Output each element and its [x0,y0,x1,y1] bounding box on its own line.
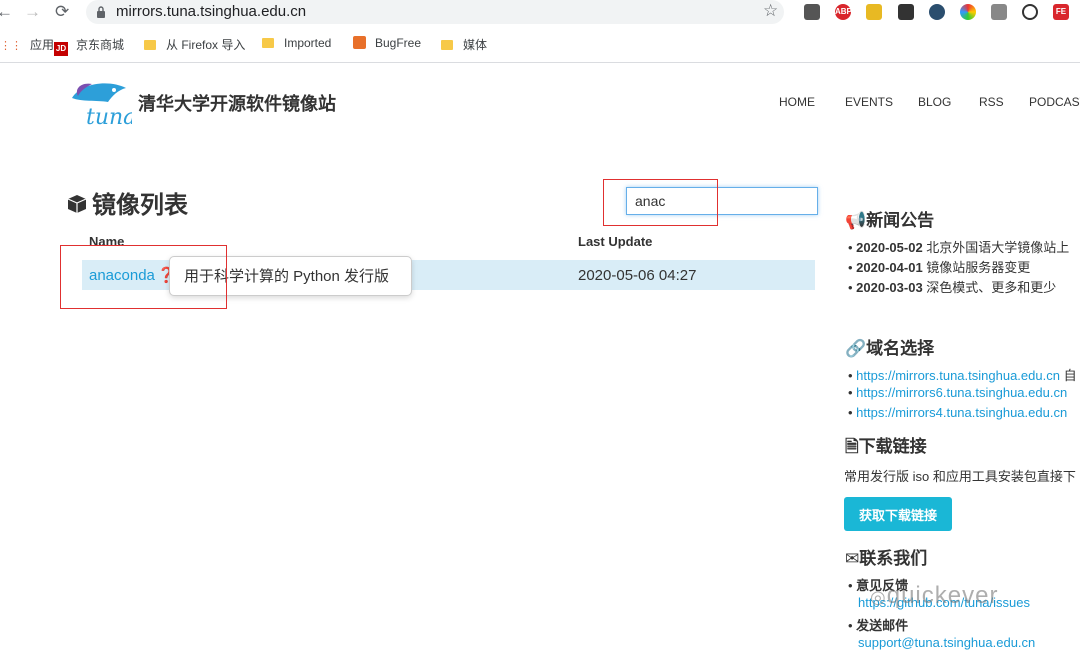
search-annotation-box [603,179,718,226]
column-header-last-update[interactable]: Last Update [578,234,652,249]
row-annotation-box [60,245,227,309]
site-title[interactable]: 清华大学开源软件镜像站 [138,90,336,116]
news-item[interactable]: • 2020-03-03 深色模式、更多和更少 [848,277,1056,296]
get-download-link-button[interactable]: 获取下载链接 [844,497,952,531]
bookmark-imported[interactable]: Imported [262,36,331,50]
apps-grid-icon: ⋮⋮ [0,40,22,52]
download-heading: 🗎下载链接 [845,437,927,456]
file-download-icon: 🗎 [845,437,859,456]
fe-extension-icon[interactable]: FE [1053,4,1069,20]
url-text[interactable]: mirrors.tuna.tsinghua.edu.cn [116,3,306,20]
bugfree-icon [353,36,366,49]
email-link[interactable]: support@tuna.tsinghua.edu.cn [858,635,1035,650]
news-item[interactable]: • 2020-05-02 北京外国语大学镜像站上 [848,237,1069,256]
bookmark-apps[interactable]: ⋮⋮ 应用 [0,36,54,53]
folder-icon [262,38,274,48]
menu-blog[interactable]: BLOG [918,95,951,109]
bookmark-star-icon[interactable]: ☆ [763,1,778,21]
back-arrow-icon[interactable]: ← [0,2,13,22]
address-bar-row: ← → ⟳ mirrors.tuna.tsinghua.edu.cn ☆ ABP… [0,0,1080,26]
extension-glasses-icon[interactable] [898,4,914,20]
link-icon: 🔗 [845,339,867,358]
news-item[interactable]: • 2020-04-01 镜像站服务器变更 [848,257,1030,276]
extension-cat-icon[interactable] [866,4,882,20]
cube-icon [67,195,87,213]
contact-heading: ✉联系我们 [845,549,928,568]
last-update-value: 2020-05-06 04:27 [578,267,697,284]
menu-home[interactable]: HOME [779,95,815,109]
menu-podcast[interactable]: PODCAST [1029,95,1080,109]
lock-icon [97,6,105,18]
mirror-list-heading: 镜像列表 [66,185,188,220]
bookmark-jd[interactable]: JD 京东商城 [54,36,124,56]
bookmarks-bar: ⋮⋮ 应用 JD 京东商城 从 Firefox 导入 Imported BugFre… [0,26,1080,63]
download-description: 常用发行版 iso 和应用工具安装包直接下 [844,469,1076,484]
news-heading: 📢新闻公告 [845,211,935,230]
menu-events[interactable]: EVENTS [845,95,893,109]
megaphone-icon: 📢 [845,211,867,230]
forward-arrow-icon[interactable]: → [24,2,41,22]
menu-rss[interactable]: RSS [979,95,1004,109]
reload-icon[interactable]: ⟳ [55,2,69,22]
bookmark-bugfree[interactable]: BugFree [353,36,421,50]
logo-text: tuna [86,105,132,128]
camera-icon[interactable] [991,4,1007,20]
domain-item[interactable]: • https://mirrors6.tuna.tsinghua.edu.cn [848,385,1067,400]
email-label: • 发送邮件 [848,618,909,633]
extension-hash-icon[interactable] [929,4,945,20]
domain-heading: 🔗域名选择 [845,339,935,358]
bookmark-media[interactable]: 媒体 [441,36,487,53]
folder-icon [441,40,453,50]
watermark: ◎quickever [870,582,999,609]
extension-shield-icon[interactable] [804,4,820,20]
envelope-icon: ✉ [845,549,860,568]
domain-item[interactable]: • https://mirrors4.tuna.tsinghua.edu.cn [848,405,1067,420]
extension-color-icon[interactable] [960,4,976,20]
bookmark-firefox-import[interactable]: 从 Firefox 导入 [144,36,245,53]
jd-icon: JD [54,42,68,56]
play-icon[interactable] [1022,4,1038,20]
adblock-icon[interactable]: ABP [835,4,852,20]
folder-icon [144,40,156,50]
domain-item[interactable]: • https://mirrors.tuna.tsinghua.edu.cn 自 [848,365,1077,384]
tuna-logo[interactable]: tuna [66,78,132,128]
wechat-icon: ◎ [870,587,887,607]
